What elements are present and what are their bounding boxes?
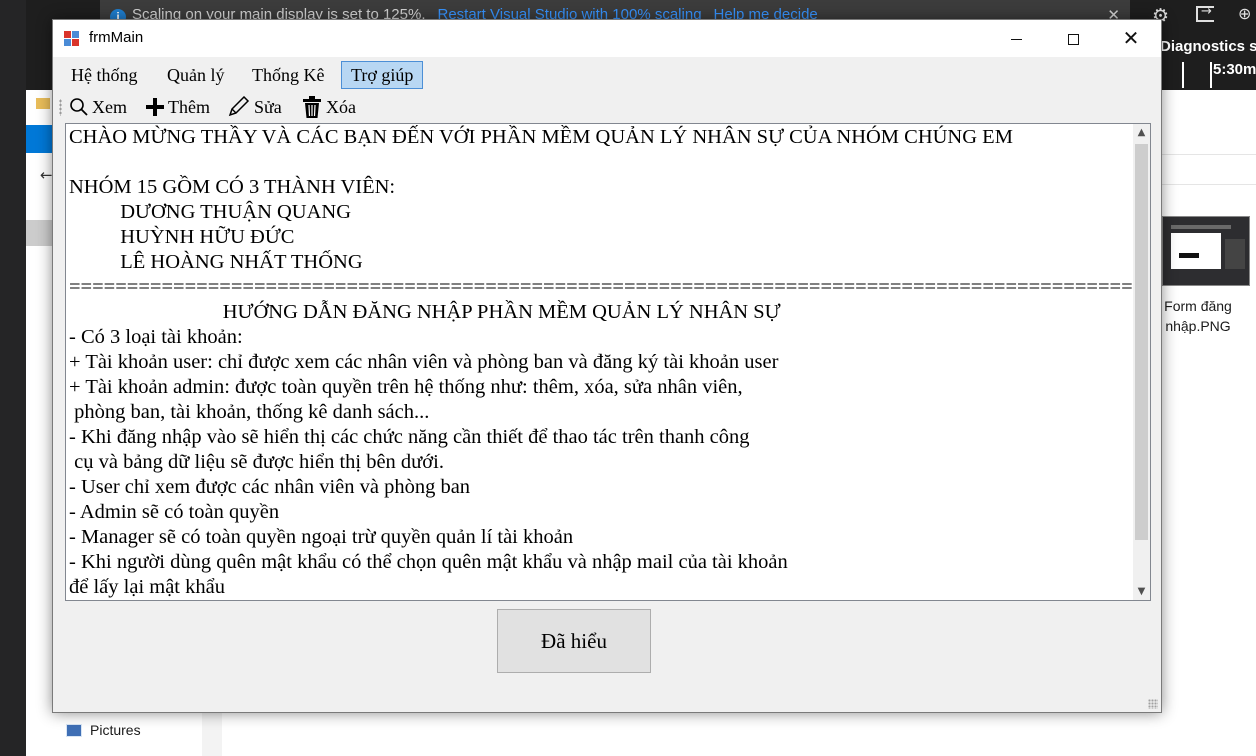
menu-quan-ly[interactable]: Quản lý [157, 61, 235, 89]
help-text-line: HUỲNH HỮU ĐỨC [69, 226, 295, 248]
diagnostics-label: Diagnostics ses [1160, 38, 1256, 55]
help-text-line: - Khi người dùng quên mật khẩu có thể ch… [69, 551, 788, 573]
vs-left-panel [0, 0, 26, 756]
help-text-content: CHÀO MỪNG THẦY VÀ CÁC BẠN ĐẾN VỚI PHẦN M… [69, 125, 1151, 600]
close-icon: ✕ [1122, 26, 1140, 50]
add-button[interactable]: Thêm [145, 94, 210, 120]
help-text-line: LÊ HOÀNG NHẤT THỐNG [69, 251, 363, 273]
folder-icon [36, 98, 50, 109]
explorer-bottom-area: Pictures [54, 712, 1160, 756]
delete-button-label: Xóa [326, 96, 356, 117]
selected-nav-item[interactable] [26, 125, 54, 153]
help-text-line: phòng ban, tài khoản, thống kê danh sách… [69, 401, 430, 423]
toolbar-grip[interactable] [59, 99, 62, 116]
timeline-tick [1182, 62, 1184, 88]
maximize-button[interactable] [1044, 20, 1102, 57]
help-text-line: ========================================… [69, 276, 1151, 298]
sidebar-item-pictures[interactable]: Pictures [66, 722, 141, 738]
help-text-line: - User chỉ xem được các nhân viên và phò… [69, 476, 471, 498]
menu-he-thong[interactable]: Hệ thống [61, 61, 148, 89]
search-icon [70, 98, 88, 116]
edit-button[interactable]: Sửa [227, 94, 282, 120]
menu-thong-ke[interactable]: Thống Kê [242, 61, 334, 89]
help-text-line: - Admin sẽ có toàn quyền [69, 501, 280, 523]
resize-grip[interactable] [1148, 699, 1158, 709]
view-button[interactable]: Xem [69, 94, 127, 120]
file-thumbnail[interactable] [1162, 216, 1250, 286]
scroll-up-icon[interactable]: ▲ [1133, 124, 1150, 141]
explorer-nav-strip: ← [26, 90, 54, 756]
pane-splitter[interactable] [202, 712, 222, 756]
help-text-line: - Manager sẽ có toàn quyền ngoại trừ quy… [69, 526, 574, 548]
app-icon [64, 31, 80, 47]
frm-main-window: frmMain ✕ Hệ thống Quản lý Thống Kê Trợ … [52, 19, 1162, 713]
scroll-down-icon[interactable]: ▼ [1133, 583, 1150, 600]
help-text-line: + Tài khoản admin: được toàn quyền trên … [69, 376, 743, 398]
nav-item-highlight [26, 220, 54, 246]
minimize-icon [1010, 39, 1022, 40]
close-button[interactable]: ✕ [1102, 20, 1160, 57]
window-title: frmMain [89, 29, 144, 46]
help-text-line: để lấy lại mật khẩu [69, 576, 225, 598]
help-text-line: NHÓM 15 GỒM CÓ 3 THÀNH VIÊN: [69, 176, 396, 198]
scroll-thumb[interactable] [1135, 144, 1148, 540]
help-text-line: CHÀO MỪNG THẦY VÀ CÁC BẠN ĐẾN VỚI PHẦN M… [69, 126, 1013, 148]
maximize-icon [1067, 34, 1079, 45]
vertical-scrollbar[interactable]: ▲ ▼ [1133, 124, 1150, 600]
understood-button[interactable]: Đã hiểu [497, 609, 651, 673]
delete-button[interactable]: Xóa [301, 94, 356, 120]
back-arrow-icon[interactable]: ← [40, 166, 53, 184]
plus-icon [146, 98, 164, 116]
edit-button-label: Sửa [254, 96, 282, 117]
file-name-label[interactable]: Form đăng nhập.PNG [1160, 296, 1236, 336]
explorer-file-pane: Form đăng nhập.PNG [1160, 90, 1256, 756]
understood-button-label: Đã hiểu [541, 628, 607, 653]
view-button-label: Xem [92, 96, 127, 117]
timeline-time-label: 5:30m [1213, 61, 1256, 78]
zoom-icon[interactable]: ⊕ [1238, 4, 1251, 23]
exit-icon[interactable] [1196, 4, 1214, 22]
divider [1160, 154, 1256, 155]
help-text-line: HƯỚNG DẪN ĐĂNG NHẬP PHẦN MỀM QUẢN LÝ NHÂ… [69, 301, 781, 323]
toolbar: Xem Thêm Sửa Xóa [53, 93, 1161, 121]
help-text-line: cụ và bảng dữ liệu sẽ được hiển thị bên … [69, 451, 444, 473]
sidebar-item-label: Pictures [90, 722, 141, 738]
menu-tro-giup[interactable]: Trợ giúp [341, 61, 424, 89]
trash-icon [303, 96, 321, 118]
help-text-line [69, 150, 1129, 175]
help-text-line: + Tài khoản user: chỉ được xem các nhân … [69, 351, 779, 373]
help-text-line: - Khi đăng nhập vào sẽ hiển thị các chức… [69, 426, 750, 448]
divider [1160, 184, 1256, 185]
pictures-icon [66, 724, 82, 737]
pencil-icon [228, 96, 250, 117]
help-text-area[interactable]: CHÀO MỪNG THẦY VÀ CÁC BẠN ĐẾN VỚI PHẦN M… [65, 123, 1151, 601]
timeline-tick [1210, 62, 1212, 88]
title-bar[interactable]: frmMain ✕ [53, 20, 1161, 57]
help-text-line: - Có 3 loại tài khoản: [69, 326, 243, 348]
help-text-line: DƯƠNG THUẬN QUANG [69, 201, 352, 223]
menu-bar: Hệ thống Quản lý Thống Kê Trợ giúp [53, 60, 1161, 90]
add-button-label: Thêm [168, 96, 210, 117]
minimize-button[interactable] [987, 20, 1045, 57]
